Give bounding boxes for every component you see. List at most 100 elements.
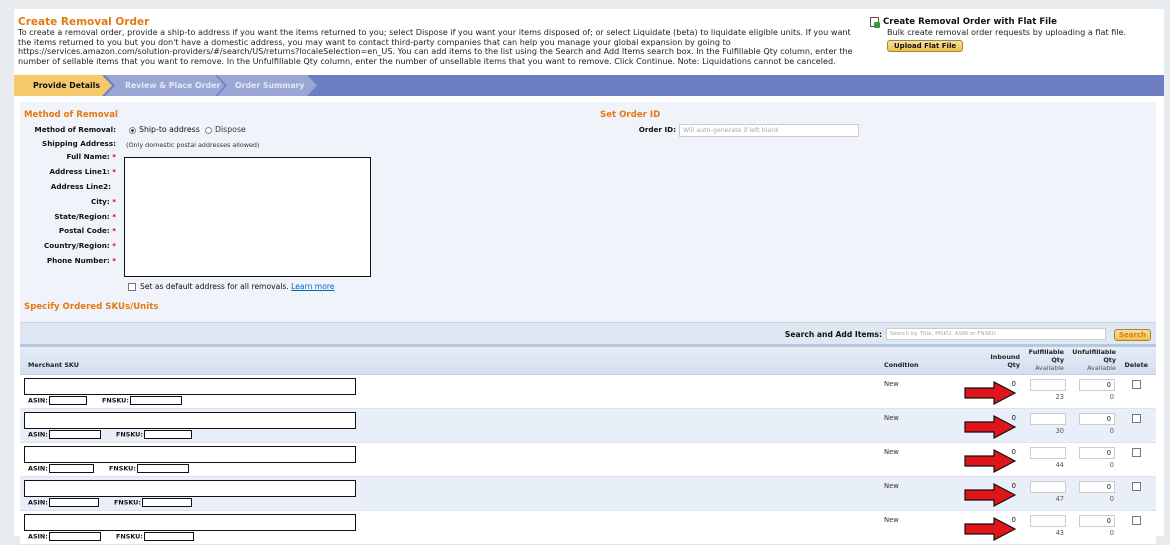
- skus-heading: Specify Ordered SKUs/Units: [24, 302, 159, 312]
- table-row: ASIN: FNSKU: New 0 23 0 0: [20, 375, 1156, 409]
- search-input[interactable]: Search by Title, MSKU, ASIN or FNSKU: [886, 328, 1106, 340]
- col-unfulfillable-qty: Unfulfillable Qty Available: [1072, 348, 1116, 372]
- search-label: Search and Add Items:: [784, 330, 882, 339]
- radio-ship-to-address[interactable]: Ship-to address: [129, 125, 200, 134]
- redacted-product-title: [24, 378, 356, 395]
- learn-more-link[interactable]: Learn more: [291, 282, 334, 291]
- unfulfillable-qty-input[interactable]: 0: [1079, 447, 1115, 459]
- flat-file-title: Create Removal Order with Flat File: [870, 17, 1160, 28]
- field-label-country-region: Country/Region: *: [44, 241, 116, 250]
- redacted-product-title: [24, 446, 356, 463]
- delete-checkbox[interactable]: [1132, 482, 1141, 491]
- condition-value: New: [884, 380, 899, 388]
- unfulfillable-qty-input[interactable]: 0: [1079, 515, 1115, 527]
- fulfillable-available-value: 47: [1055, 495, 1064, 503]
- fulfillable-available-value: 30: [1055, 427, 1064, 435]
- col-delete: Delete: [1124, 361, 1148, 369]
- asin-field: ASIN:: [28, 498, 99, 507]
- asin-field: ASIN:: [28, 430, 101, 439]
- delete-checkbox[interactable]: [1132, 380, 1141, 389]
- table-row: ASIN: FNSKU: New 0 43 0 0: [20, 511, 1156, 545]
- unfulfillable-qty-input[interactable]: 0: [1079, 379, 1115, 391]
- condition-value: New: [884, 482, 899, 490]
- radio-empty-icon[interactable]: [205, 126, 212, 134]
- table-row: ASIN: FNSKU: New 0 44 0 0: [20, 443, 1156, 477]
- asin-field: ASIN:: [28, 396, 87, 405]
- radio-selected-icon[interactable]: [129, 126, 136, 134]
- removal-order-page: Create Removal Order To create a removal…: [14, 9, 1164, 545]
- set-order-id-heading: Set Order ID: [600, 110, 661, 120]
- redacted-product-title: [24, 480, 356, 497]
- inbound-qty-value: 0: [1011, 380, 1016, 388]
- field-label-phone-number: Phone Number: *: [46, 256, 116, 265]
- fnsku-field: FNSKU:: [109, 464, 189, 473]
- fulfillable-available-value: 44: [1055, 461, 1064, 469]
- fulfillable-qty-input[interactable]: [1030, 413, 1066, 425]
- unfulfillable-qty-input[interactable]: 0: [1079, 481, 1115, 493]
- order-id-input[interactable]: Will auto-generate if left blank: [679, 124, 859, 137]
- step-provide-details: Provide Details: [14, 75, 112, 96]
- field-label-address-line2: Address Line2:: [50, 182, 111, 191]
- radio-dispose[interactable]: Dispose: [205, 125, 246, 134]
- redacted-product-title: [24, 514, 356, 531]
- asin-field: ASIN:: [28, 464, 94, 473]
- unfulfillable-available-value: 0: [1109, 427, 1114, 435]
- redacted-fnsku: [143, 532, 194, 541]
- inbound-qty-value: 0: [1011, 516, 1016, 524]
- table-row: ASIN: FNSKU: New 0 30 0 0: [20, 409, 1156, 443]
- condition-value: New: [884, 448, 899, 456]
- unfulfillable-available-value: 0: [1109, 393, 1114, 401]
- redacted-fnsku: [129, 396, 182, 405]
- delete-checkbox[interactable]: [1132, 414, 1141, 423]
- fulfillable-qty-input[interactable]: [1030, 447, 1066, 459]
- redacted-asin: [48, 464, 94, 473]
- default-address-checkbox[interactable]: [128, 283, 136, 291]
- redacted-fnsku: [141, 498, 192, 507]
- method-label: Method of Removal:: [34, 125, 116, 134]
- fulfillable-qty-input[interactable]: [1030, 515, 1066, 527]
- method-heading: Method of Removal: [24, 110, 118, 120]
- search-bar: Search and Add Items: Search by Title, M…: [20, 322, 1156, 344]
- redacted-asin: [48, 430, 101, 439]
- fnsku-field: FNSKU:: [116, 430, 192, 439]
- delete-checkbox[interactable]: [1132, 516, 1141, 525]
- inbound-qty-value: 0: [1011, 482, 1016, 490]
- condition-value: New: [884, 414, 899, 422]
- document-icon: [870, 17, 880, 28]
- redacted-product-title: [24, 412, 356, 429]
- redacted-fnsku: [136, 464, 189, 473]
- flat-file-description: Bulk create removal order requests by up…: [887, 27, 1127, 37]
- field-label-state-region: State/Region: *: [54, 212, 116, 221]
- col-condition: Condition: [884, 361, 919, 369]
- fnsku-field: FNSKU:: [114, 498, 192, 507]
- redacted-asin: [48, 498, 99, 507]
- default-address-option[interactable]: Set as default address for all removals.…: [128, 282, 334, 291]
- unfulfillable-available-value: 0: [1109, 461, 1114, 469]
- asin-field: ASIN:: [28, 532, 101, 541]
- upload-flat-file-button[interactable]: Upload Flat File: [887, 40, 964, 52]
- fnsku-field: FNSKU:: [102, 396, 182, 405]
- search-button[interactable]: Search: [1114, 329, 1152, 341]
- condition-value: New: [884, 516, 899, 524]
- fulfillable-available-value: 23: [1055, 393, 1064, 401]
- fnsku-field: FNSKU:: [116, 532, 194, 541]
- details-panel: Method of Removal Method of Removal: Shi…: [20, 102, 1156, 545]
- flat-file-panel: Create Removal Order with Flat File Bulk…: [870, 17, 1160, 52]
- inbound-qty-value: 0: [1011, 448, 1016, 456]
- progress-steps: Review & Place Order Order Summary Provi…: [14, 75, 1164, 96]
- flat-file-heading: Create Removal Order with Flat File: [883, 17, 1057, 27]
- delete-checkbox[interactable]: [1132, 448, 1141, 457]
- unfulfillable-qty-input[interactable]: 0: [1079, 413, 1115, 425]
- table-row: ASIN: FNSKU: New 0 47 0 0: [20, 477, 1156, 511]
- redacted-fnsku: [143, 430, 192, 439]
- step-order-summary: Order Summary: [217, 75, 317, 96]
- shipping-note: (Only domestic postal addresses allowed): [126, 141, 260, 149]
- field-label-city: City: *: [90, 197, 116, 206]
- redacted-address-fields[interactable]: [124, 157, 371, 277]
- col-fulfillable-qty: Fulfillable Qty Available: [1028, 348, 1064, 372]
- unfulfillable-available-value: 0: [1109, 495, 1114, 503]
- fulfillable-qty-input[interactable]: [1030, 481, 1066, 493]
- col-merchant-sku: Merchant SKU: [28, 361, 79, 369]
- fulfillable-qty-input[interactable]: [1030, 379, 1066, 391]
- table-header: Merchant SKU Condition Inbound Qty Fulfil…: [20, 344, 1156, 375]
